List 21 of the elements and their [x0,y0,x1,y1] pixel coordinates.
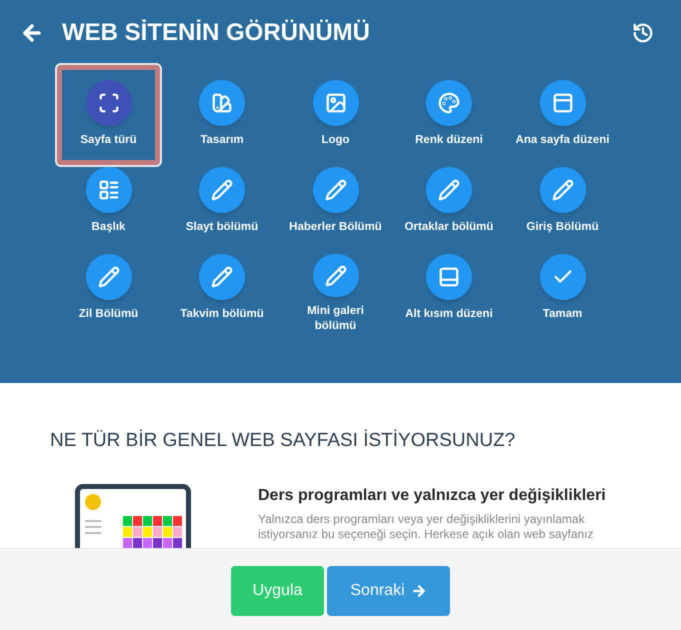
footer-layout-icon [438,266,460,288]
next-button[interactable]: Sonraki [327,566,450,616]
option-title: Ders programları ve yalnızca yer değişiklikleri [258,486,607,506]
palette-icon [438,92,460,114]
image-icon [324,92,346,114]
frame-icon [98,92,120,114]
pencil-icon [438,179,460,201]
pencil-icon [211,266,233,288]
pencil-icon [324,179,346,201]
step-item[interactable]: Sayfa türü [57,65,160,165]
pencil-icon [552,179,574,201]
history-icon[interactable] [632,22,654,44]
window-title: WEB SİTENİN GÖRÜNÜMÜ [62,18,370,48]
pencil-icon [324,264,346,286]
arrow-right-icon [410,583,427,599]
pencil-icon [98,266,120,288]
section-heading: NE TÜR BİR GENEL WEB SAYFASI İSTİYORSUNUZ? [50,428,516,453]
cards-icon [211,92,233,114]
layout-icon [552,92,574,114]
option-description: Yalnızca ders programları veya yer değişikliklerini yayınlamak istiyorsanız bu seçeneği seçin. Herkese açık olan web sayfanız [258,512,595,542]
pencil-icon [211,179,233,201]
